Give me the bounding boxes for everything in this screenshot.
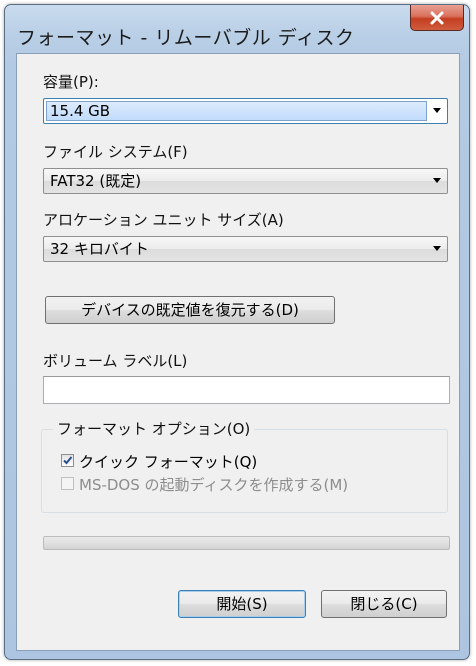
capacity-label: 容量(P): bbox=[43, 73, 99, 91]
allocation-unit-value: 32 キロバイト bbox=[50, 240, 149, 258]
msdos-startup-label[interactable]: MS-DOS の起動ディスクを作成する(M) bbox=[79, 474, 348, 495]
dialog-client-area: 容量(P): 15.4 GB ファイル システム(F) FAT32 (既定) ア… bbox=[16, 53, 460, 651]
window-title: フォーマット - リムーバブル ディスク bbox=[17, 27, 355, 49]
close-button[interactable]: 閉じる(C) bbox=[321, 590, 447, 618]
msdos-startup-checkbox[interactable] bbox=[61, 477, 74, 490]
quick-format-checkbox[interactable] bbox=[61, 454, 74, 467]
chevron-down-icon bbox=[433, 178, 441, 183]
format-dialog-window: フォーマット - リムーバブル ディスク 容量(P): 15.4 GB ファイル… bbox=[4, 4, 470, 660]
close-window-button[interactable] bbox=[410, 5, 464, 31]
format-options-title: フォーマット オプション(O) bbox=[53, 418, 255, 439]
chevron-down-icon bbox=[433, 246, 441, 251]
file-system-dropdown[interactable]: FAT32 (既定) bbox=[43, 168, 448, 194]
start-button[interactable]: 開始(S) bbox=[178, 590, 306, 618]
file-system-value: FAT32 (既定) bbox=[50, 172, 142, 190]
title-bar[interactable]: フォーマット - リムーバブル ディスク bbox=[5, 5, 469, 55]
capacity-dropdown[interactable]: 15.4 GB bbox=[43, 98, 448, 124]
allocation-unit-label: アロケーション ユニット サイズ(A) bbox=[43, 211, 284, 229]
format-progress-bar bbox=[43, 536, 450, 550]
allocation-unit-dropdown[interactable]: 32 キロバイト bbox=[43, 236, 448, 262]
volume-label-input[interactable] bbox=[43, 376, 450, 404]
close-x-icon bbox=[430, 11, 444, 24]
checkmark-icon bbox=[63, 456, 73, 465]
chevron-down-icon bbox=[433, 108, 441, 113]
file-system-label: ファイル システム(F) bbox=[43, 143, 188, 161]
quick-format-label[interactable]: クイック フォーマット(Q) bbox=[79, 451, 257, 472]
capacity-value: 15.4 GB bbox=[46, 101, 427, 121]
volume-label-label: ボリューム ラベル(L) bbox=[43, 352, 188, 370]
restore-defaults-button[interactable]: デバイスの既定値を復元する(D) bbox=[45, 296, 335, 324]
